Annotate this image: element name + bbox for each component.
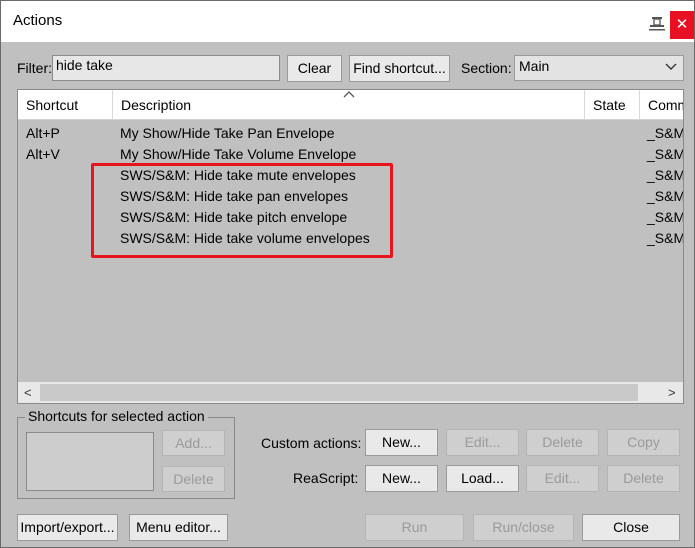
pin-icon[interactable] <box>648 16 666 32</box>
filter-input-value: hide take <box>56 57 113 73</box>
reascript-new-button[interactable]: New... <box>365 465 438 492</box>
reascript-delete-button[interactable]: Delete <box>607 465 680 492</box>
row-command: _S&M <box>647 167 684 183</box>
list-header: Shortcut Description State Comm <box>18 90 683 120</box>
window-title: Actions <box>13 12 63 29</box>
horizontal-scrollbar[interactable]: < > <box>18 382 683 403</box>
add-shortcut-button[interactable]: Add... <box>162 430 225 456</box>
reascript-label: ReaScript: <box>293 470 359 486</box>
sort-ascending-icon <box>343 91 355 98</box>
row-command: _S&M <box>647 188 684 204</box>
section-select-value: Main <box>519 58 550 74</box>
row-command: _S&M <box>647 230 684 246</box>
custom-actions-edit-button[interactable]: Edit... <box>446 429 519 456</box>
chevron-down-icon <box>665 63 677 70</box>
custom-actions-label: Custom actions: <box>261 435 362 451</box>
section-select[interactable]: Main <box>514 55 684 81</box>
reascript-load-button[interactable]: Load... <box>446 465 519 492</box>
shortcuts-group: Shortcuts for selected action Add... Del… <box>17 408 235 499</box>
column-header-state[interactable]: State <box>585 90 640 120</box>
row-description: My Show/Hide Take Volume Envelope <box>120 146 357 162</box>
shortcuts-group-title: Shortcuts for selected action <box>25 408 208 424</box>
filter-label: Filter: <box>17 60 52 76</box>
find-shortcut-button[interactable]: Find shortcut... <box>349 55 450 82</box>
row-command: _S&M <box>647 209 684 225</box>
actions-window: Actions ✕ Filter: hide take Clear Find s… <box>0 0 695 548</box>
clear-button[interactable]: Clear <box>287 55 342 82</box>
run-button[interactable]: Run <box>365 514 464 541</box>
custom-actions-copy-button[interactable]: Copy <box>607 429 680 456</box>
custom-actions-delete-button[interactable]: Delete <box>526 429 599 456</box>
row-description: My Show/Hide Take Pan Envelope <box>120 125 335 141</box>
scroll-right-icon[interactable]: > <box>668 385 676 400</box>
filter-input[interactable]: hide take <box>52 55 280 81</box>
title-bar: Actions ✕ <box>1 1 694 42</box>
close-window-button[interactable]: ✕ <box>670 11 694 39</box>
menu-editor-button[interactable]: Menu editor... <box>129 514 228 541</box>
delete-shortcut-button[interactable]: Delete <box>162 466 225 492</box>
custom-actions-new-button[interactable]: New... <box>365 429 438 456</box>
reascript-edit-button[interactable]: Edit... <box>526 465 599 492</box>
row-shortcut: Alt+P <box>26 125 60 141</box>
shortcuts-list[interactable] <box>26 432 154 491</box>
row-command: _S&M <box>647 146 684 162</box>
row-shortcut: Alt+V <box>26 146 60 162</box>
table-row[interactable]: Alt+P My Show/Hide Take Pan Envelope _S&… <box>18 123 683 144</box>
column-header-shortcut[interactable]: Shortcut <box>18 90 113 120</box>
table-row[interactable]: Alt+V My Show/Hide Take Volume Envelope … <box>18 144 683 165</box>
row-command: _S&M <box>647 125 684 141</box>
close-button[interactable]: Close <box>582 514 680 541</box>
column-header-command[interactable]: Comm <box>640 90 683 120</box>
import-export-button[interactable]: Import/export... <box>17 514 118 541</box>
scrollbar-thumb[interactable] <box>40 384 638 401</box>
scroll-left-icon[interactable]: < <box>24 385 32 400</box>
run-close-button[interactable]: Run/close <box>473 514 574 541</box>
highlight-annotation <box>91 163 393 258</box>
close-icon: ✕ <box>675 16 689 33</box>
section-label: Section: <box>461 60 512 76</box>
